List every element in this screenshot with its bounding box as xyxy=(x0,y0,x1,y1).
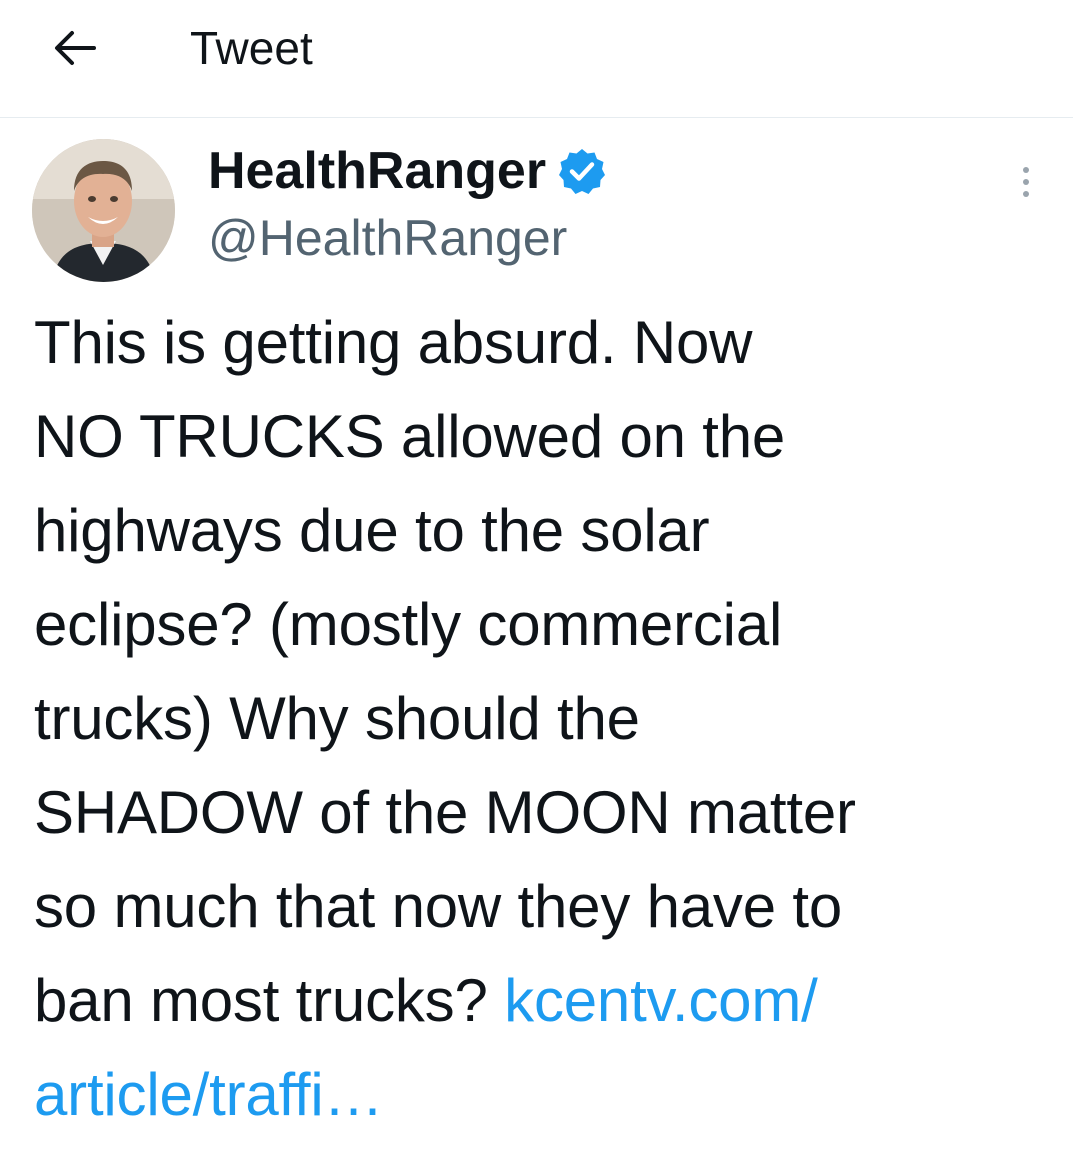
tweet-line: article/traffi… xyxy=(34,1048,1044,1142)
tweet-line: highways due to the solar xyxy=(34,497,710,564)
top-bar: Tweet xyxy=(0,0,1073,118)
back-button[interactable] xyxy=(46,24,102,72)
arrow-left-icon xyxy=(55,31,96,65)
page-title: Tweet xyxy=(190,22,313,74)
tweet-line-text: ban most trucks? xyxy=(34,967,505,1034)
tweet-line: so much that now they have to xyxy=(34,873,843,940)
more-vertical-icon xyxy=(1023,167,1029,173)
article-link-continued[interactable]: article/traffi… xyxy=(34,1061,384,1128)
author-display-name[interactable]: HealthRanger xyxy=(208,140,606,202)
display-name-text: HealthRanger xyxy=(208,142,547,200)
tweet-page: Tweet HealthRanger @HealthRanger This is… xyxy=(0,0,1073,1163)
tweet-text: This is getting absurd. Now NO TRUCKS al… xyxy=(34,296,1044,1142)
avatar[interactable] xyxy=(32,139,175,282)
article-link[interactable]: kcentv.com/ xyxy=(504,967,818,1034)
profile-photo xyxy=(32,139,175,282)
verified-badge-icon xyxy=(558,147,606,195)
tweet-line: This is getting absurd. Now xyxy=(34,309,753,376)
tweet-line: SHADOW of the MOON matter xyxy=(34,779,856,846)
author-handle[interactable]: @HealthRanger xyxy=(208,208,567,268)
tweet-line: trucks) Why should the xyxy=(34,685,640,752)
tweet-line: ban most trucks? kcentv.com/ xyxy=(34,954,1044,1048)
tweet-line: NO TRUCKS allowed on the xyxy=(34,403,786,470)
more-options-button[interactable] xyxy=(1006,160,1046,204)
tweet-line: eclipse? (mostly commercial xyxy=(34,591,783,658)
